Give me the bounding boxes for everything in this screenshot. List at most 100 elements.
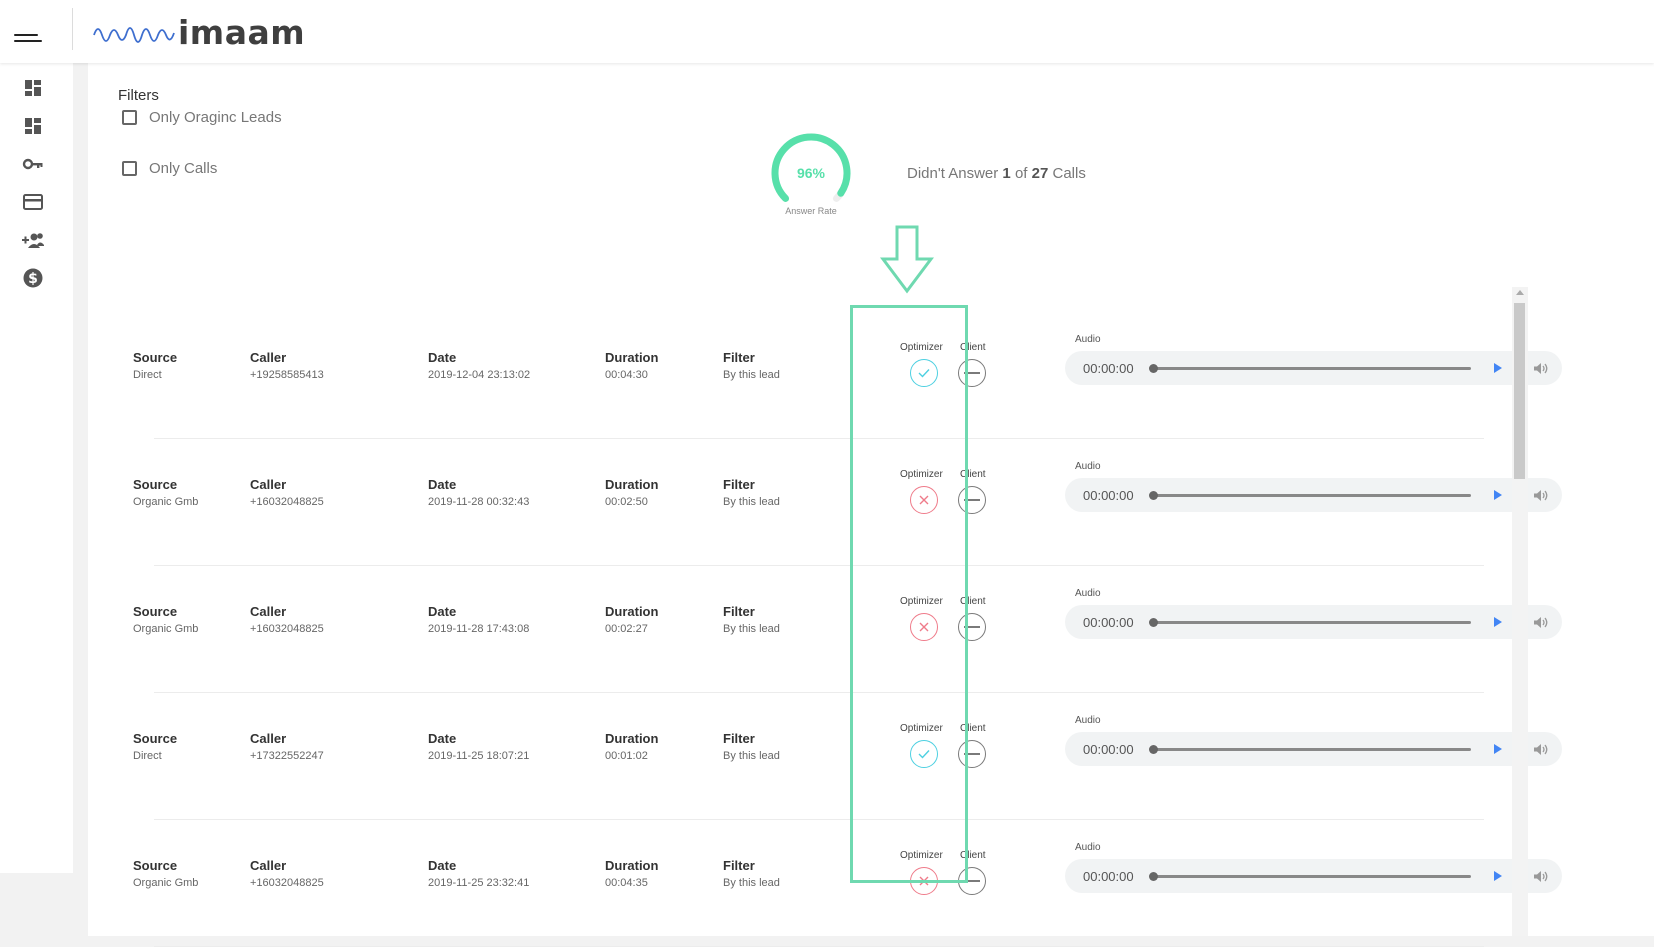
client-label: Client <box>960 723 986 734</box>
total-count: 27 <box>1031 165 1049 182</box>
menu-icon[interactable] <box>10 26 44 50</box>
date-header: Date <box>428 350 457 365</box>
rating-group: Optimizer Client <box>900 850 1010 910</box>
logo[interactable]: imaam <box>92 12 306 52</box>
client-label: Client <box>960 469 986 480</box>
rating-group: Optimizer Client <box>900 469 1010 529</box>
source-column: Source Organic Gmb <box>133 858 198 889</box>
caller-column: Caller +17322552247 <box>250 731 324 762</box>
duration-column: Duration 00:01:02 <box>605 731 658 762</box>
caller-value: +17322552247 <box>250 750 324 762</box>
date-column: Date 2019-11-28 17:43:08 <box>428 604 529 635</box>
duration-column: Duration 00:02:50 <box>605 477 658 508</box>
client-neutral-icon[interactable] <box>958 613 986 641</box>
call-row: Source Direct Caller +19258585413 Date 2… <box>88 305 1562 439</box>
audio-progress-knob[interactable] <box>1149 618 1158 627</box>
volume-icon[interactable] <box>1532 741 1548 757</box>
client-neutral-icon[interactable] <box>958 867 986 895</box>
client-neutral-icon[interactable] <box>958 740 986 768</box>
rating-group: Optimizer Client <box>900 596 1010 656</box>
source-column: Source Organic Gmb <box>133 477 198 508</box>
filter-header: Filter <box>723 731 755 746</box>
play-icon[interactable] <box>1490 741 1506 757</box>
audio-progress-knob[interactable] <box>1149 364 1158 373</box>
source-value: Organic Gmb <box>133 496 199 508</box>
caller-column: Caller +16032048825 <box>250 477 324 508</box>
scrollbar-thumb[interactable] <box>1514 303 1525 479</box>
dollar-icon[interactable]: $ <box>20 265 46 291</box>
duration-column: Duration 00:04:35 <box>605 858 658 889</box>
filter-only-calls[interactable]: Only Calls <box>122 160 217 177</box>
audio-player: 00:00:00 <box>1065 351 1562 385</box>
date-header: Date <box>428 604 457 619</box>
filter-value: By this lead <box>723 877 780 889</box>
audio-label: Audio <box>1075 715 1101 726</box>
source-value: Organic Gmb <box>133 877 199 889</box>
optimizer-check-icon[interactable] <box>910 740 938 768</box>
audio-progress-knob[interactable] <box>1149 745 1158 754</box>
rating-group: Optimizer Client <box>900 723 1010 783</box>
filter-header: Filter <box>723 350 755 365</box>
client-label: Client <box>960 850 986 861</box>
filters-title: Filters <box>118 87 159 104</box>
optimizer-cross-icon[interactable] <box>910 867 938 895</box>
filter-column: Filter By this lead <box>723 858 780 889</box>
call-row: Source Organic Gmb Caller +16032048825 D… <box>88 813 1562 947</box>
svg-text:$: $ <box>28 271 38 287</box>
optimizer-cross-icon[interactable] <box>910 486 938 514</box>
side-nav: $ <box>0 63 73 873</box>
dashboard-icon[interactable] <box>20 113 46 139</box>
play-icon[interactable] <box>1490 360 1506 376</box>
logo-text: imaam <box>178 12 306 52</box>
filter-value: By this lead <box>723 496 780 508</box>
volume-icon[interactable] <box>1532 360 1548 376</box>
audio-progress-track[interactable] <box>1153 621 1471 624</box>
source-header: Source <box>133 604 178 619</box>
answer-rate-gauge: 96% Answer Rate <box>763 133 863 228</box>
date-value: 2019-12-04 23:13:02 <box>428 369 531 381</box>
scroll-up-icon[interactable] <box>1516 290 1524 295</box>
duration-header: Duration <box>605 858 659 873</box>
checkbox[interactable] <box>122 161 137 176</box>
call-row: Source Organic Gmb Caller +16032048825 D… <box>88 432 1562 566</box>
audio-label: Audio <box>1075 461 1101 472</box>
duration-header: Duration <box>605 477 659 492</box>
credit-card-icon[interactable] <box>20 189 46 215</box>
audio-label: Audio <box>1075 842 1101 853</box>
audio-player: 00:00:00 <box>1065 605 1562 639</box>
audio-progress-knob[interactable] <box>1149 491 1158 500</box>
source-value: Direct <box>133 369 162 381</box>
client-neutral-icon[interactable] <box>958 486 986 514</box>
audio-label: Audio <box>1075 334 1101 345</box>
dashboard-icon[interactable] <box>20 75 46 101</box>
date-header: Date <box>428 477 457 492</box>
source-column: Source Direct <box>133 731 177 762</box>
volume-icon[interactable] <box>1532 487 1548 503</box>
optimizer-label: Optimizer <box>900 342 943 353</box>
play-icon[interactable] <box>1490 614 1506 630</box>
audio-progress-knob[interactable] <box>1149 872 1158 881</box>
play-icon[interactable] <box>1490 868 1506 884</box>
volume-icon[interactable] <box>1532 868 1548 884</box>
key-icon[interactable] <box>20 151 46 177</box>
duration-column: Duration 00:04:30 <box>605 350 658 381</box>
optimizer-label: Optimizer <box>900 469 943 480</box>
audio-progress-track[interactable] <box>1153 748 1471 751</box>
checkbox[interactable] <box>122 110 137 125</box>
audio-progress-track[interactable] <box>1153 875 1471 878</box>
optimizer-check-icon[interactable] <box>910 359 938 387</box>
audio-progress-track[interactable] <box>1153 367 1471 370</box>
audio-time: 00:00:00 <box>1083 742 1134 757</box>
client-neutral-icon[interactable] <box>958 359 986 387</box>
audio-progress-track[interactable] <box>1153 494 1471 497</box>
logo-wave-icon <box>93 27 175 43</box>
caller-value: +16032048825 <box>250 623 324 635</box>
volume-icon[interactable] <box>1532 614 1548 630</box>
optimizer-cross-icon[interactable] <box>910 613 938 641</box>
optimizer-label: Optimizer <box>900 850 943 861</box>
play-icon[interactable] <box>1490 487 1506 503</box>
add-user-icon[interactable] <box>20 227 46 253</box>
filter-header: Filter <box>723 477 755 492</box>
date-value: 2019-11-28 17:43:08 <box>428 623 530 635</box>
filter-organic-leads[interactable]: Only Oraginc Leads <box>122 109 282 126</box>
